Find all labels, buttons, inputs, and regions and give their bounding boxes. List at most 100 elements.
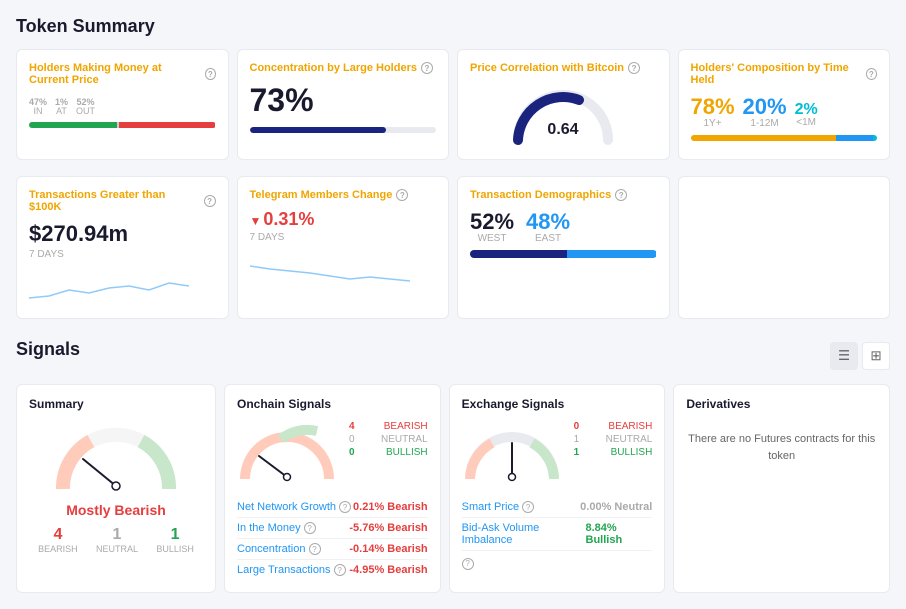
transactions-val: $270.94m <box>29 221 216 247</box>
signal-row-in-money: In the Money ? -5.76% Bearish <box>237 518 428 539</box>
comp-val3: 2% <box>795 101 818 118</box>
large-tx-info[interactable]: ? <box>334 564 346 576</box>
demo-bar1 <box>470 250 567 258</box>
holders-bar-green <box>29 122 117 128</box>
summary-label: Mostly Bearish <box>66 502 166 518</box>
neutral-count: 1 <box>96 526 138 544</box>
exchange-signal-table: Smart Price ? 0.00% Neutral Bid-Ask Volu… <box>462 497 653 570</box>
telegram-sparkline <box>250 251 437 289</box>
summary-gauge: Mostly Bearish <box>29 421 203 518</box>
large-tx-name: Large Transactions ? <box>237 564 346 576</box>
onchain-legend: 4 BEARISH 0 NEUTRAL 0 BULLISH <box>349 421 428 460</box>
net-network-info[interactable]: ? <box>339 501 351 513</box>
transactions-sparkline <box>29 268 216 306</box>
signals-grid: Summary Mostly Bearish <box>16 384 890 593</box>
price-correlation-title: Price Correlation with Bitcoin ? <box>470 62 657 74</box>
list-view-button[interactable]: ☰ <box>830 342 858 370</box>
neutral-count-item: 1 NEUTRAL <box>96 526 138 554</box>
transactions-card: Transactions Greater than $100K ? $270.9… <box>16 176 229 319</box>
exchange-bullish-count: 1 <box>574 447 580 458</box>
in-money-name: In the Money ? <box>237 522 316 534</box>
telegram-card: Telegram Members Change ? ▼ 0.31% 7 DAYS <box>237 176 450 319</box>
signals-header: Signals ☰ ⊞ <box>16 339 890 372</box>
holders-out-label: OUT <box>76 106 95 116</box>
derivatives-title: Derivatives <box>686 397 877 411</box>
token-summary-title: Token Summary <box>16 16 890 37</box>
telegram-title: Telegram Members Change ? <box>250 189 437 201</box>
exchange-bearish-label: BEARISH <box>608 421 652 432</box>
price-correlation-info-icon[interactable]: ? <box>628 62 640 74</box>
onchain-signal-card: Onchain Signals 4 <box>224 384 441 593</box>
smart-price-info[interactable]: ? <box>522 501 534 513</box>
comp-val2: 20% <box>743 94 787 119</box>
in-money-info[interactable]: ? <box>304 522 316 534</box>
onchain-neutral-legend: 0 NEUTRAL <box>349 434 428 445</box>
bullish-count-item: 1 BULLISH <box>156 526 194 554</box>
page-container: Token Summary Holders Making Money at Cu… <box>0 0 906 609</box>
telegram-period: 7 DAYS <box>250 232 437 243</box>
demo-val2: 48% <box>526 209 570 234</box>
summary-grid-row2: Transactions Greater than $100K ? $270.9… <box>16 176 890 319</box>
onchain-gauge-svg <box>237 421 337 486</box>
onchain-title: Onchain Signals <box>237 397 428 411</box>
telegram-arrow: ▼ <box>250 214 262 228</box>
bearish-count-item: 4 BEARISH <box>38 526 78 554</box>
signals-title: Signals <box>16 339 80 360</box>
concentration-info-icon[interactable]: ? <box>421 62 433 74</box>
telegram-sparkline-svg <box>250 251 410 286</box>
net-network-name: Net Network Growth ? <box>237 501 351 513</box>
comp-bar1 <box>691 135 836 141</box>
demo-label2: EAST <box>526 233 570 244</box>
comp-val1: 78% <box>691 94 735 119</box>
bullish-count: 1 <box>156 526 194 544</box>
transactions-period: 7 DAYS <box>29 249 216 260</box>
transactions-info-icon[interactable]: ? <box>204 195 216 207</box>
demographics-vals: 52% WEST 48% EAST <box>470 209 657 244</box>
demo-bar2 <box>567 250 657 258</box>
signals-view-buttons: ☰ ⊞ <box>830 342 890 370</box>
onchain-signals-row: 4 BEARISH 0 NEUTRAL 0 BULLISH <box>237 421 428 489</box>
transactions-title: Transactions Greater than $100K ? <box>29 189 216 213</box>
bearish-count: 4 <box>38 526 78 544</box>
correlation-gauge-svg: 0.64 <box>508 82 618 147</box>
holders-in-label: IN <box>29 106 47 116</box>
signal-row-bid-ask: Bid-Ask Volume Imbalance 8.84% Bullish <box>462 518 653 551</box>
concentration-val: 73% <box>250 82 437 119</box>
signal-row-net-network: Net Network Growth ? 0.21% Bearish <box>237 497 428 518</box>
grid-view-button[interactable]: ⊞ <box>862 342 890 370</box>
signal-row-smart-price: Smart Price ? 0.00% Neutral <box>462 497 653 518</box>
comp-bar3 <box>873 135 877 141</box>
summary-card-title: Summary <box>29 397 203 411</box>
summary-gauge-svg <box>51 421 181 496</box>
bid-ask-info-icon[interactable]: ? <box>462 558 474 570</box>
holders-composition-info-icon[interactable]: ? <box>866 68 877 80</box>
onchain-signal-table: Net Network Growth ? 0.21% Bearish In th… <box>237 497 428 580</box>
onchain-bearish-legend: 4 BEARISH <box>349 421 428 432</box>
holders-money-info-icon[interactable]: ? <box>205 68 215 80</box>
holders-composition-title: Holders' Composition by Time Held ? <box>691 62 878 86</box>
smart-price-name: Smart Price ? <box>462 501 534 513</box>
empty-card <box>678 176 891 319</box>
smart-price-val: 0.00% Neutral <box>580 501 652 513</box>
svg-text:0.64: 0.64 <box>548 121 579 138</box>
exchange-bearish-count: 0 <box>574 421 580 432</box>
holders-bar <box>29 122 216 128</box>
telegram-info-icon[interactable]: ? <box>396 189 408 201</box>
exchange-neutral-label: NEUTRAL <box>606 434 653 445</box>
demographics-title: Transaction Demographics ? <box>470 189 657 201</box>
onchain-bearish-label: BEARISH <box>384 421 428 432</box>
signal-row-concentration: Concentration ? -0.14% Bearish <box>237 539 428 560</box>
bid-ask-info-row: ? <box>462 555 653 570</box>
onchain-neutral-count: 0 <box>349 434 355 445</box>
concentration-signal-info[interactable]: ? <box>309 543 321 555</box>
demographics-info-icon[interactable]: ? <box>615 189 627 201</box>
demo-label1: WEST <box>470 233 514 244</box>
price-correlation-gauge: 0.64 <box>470 82 657 147</box>
onchain-bullish-count: 0 <box>349 447 355 458</box>
sparkline-svg <box>29 268 189 303</box>
summary-grid-row1: Holders Making Money at Current Price ? … <box>16 49 890 160</box>
holders-composition-card: Holders' Composition by Time Held ? 78% … <box>678 49 891 160</box>
bid-ask-val: 8.84% Bullish <box>586 522 653 546</box>
in-money-val: -5.76% Bearish <box>349 522 427 534</box>
concentration-bar <box>250 127 437 133</box>
